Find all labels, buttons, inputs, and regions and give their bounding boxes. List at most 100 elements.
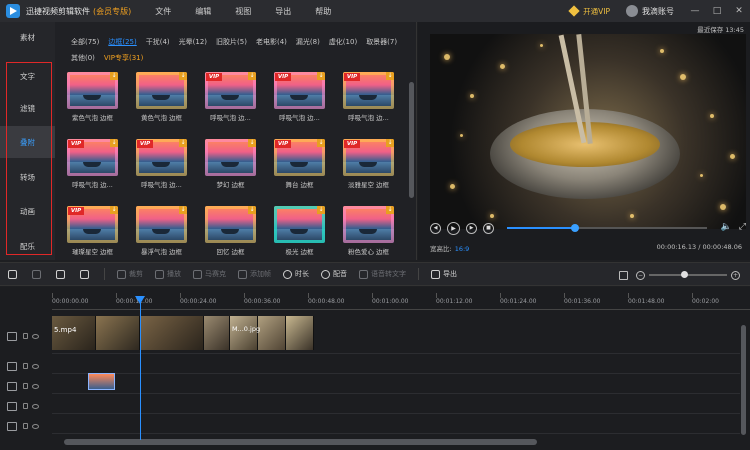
filter-tab[interactable]: 全部(75): [71, 34, 99, 50]
volume-icon[interactable]: 🔈: [721, 222, 732, 232]
overlay-tile[interactable]: ↓ 梦幻 边框: [205, 139, 256, 189]
download-icon[interactable]: ↓: [386, 206, 394, 214]
play-button[interactable]: 播放: [155, 269, 181, 279]
overlay-tile[interactable]: ↓ 紫色气泡 边框: [67, 72, 118, 122]
download-icon[interactable]: ↓: [248, 72, 256, 80]
download-icon[interactable]: ↓: [179, 139, 187, 147]
delete-button[interactable]: [80, 269, 92, 279]
filter-tab[interactable]: 其他(0): [71, 50, 95, 66]
filter-tab[interactable]: 漏光(8): [296, 34, 320, 50]
download-icon[interactable]: ↓: [110, 72, 118, 80]
duration-button[interactable]: 时长: [283, 269, 309, 279]
overlay-tile[interactable]: ↓ 黄色气泡 边框: [136, 72, 187, 122]
overlay-clip[interactable]: [88, 373, 115, 390]
download-icon[interactable]: ↓: [317, 139, 325, 147]
fullscreen-icon[interactable]: ⤢: [739, 222, 746, 232]
lock-icon[interactable]: [23, 383, 28, 389]
menu-file[interactable]: 文件: [155, 6, 171, 17]
eye-icon[interactable]: [32, 383, 39, 389]
time-ruler[interactable]: 00:00:00.00 00:00:12.00 00:00:24.00 00:00:3…: [52, 293, 750, 311]
asset-scrollbar[interactable]: [409, 82, 414, 198]
eye-icon[interactable]: [32, 363, 39, 369]
video-clip[interactable]: [52, 316, 314, 350]
pip-track[interactable]: [52, 354, 740, 374]
overlay-tile[interactable]: ↓ 回忆 边框: [205, 206, 256, 256]
filter-tab[interactable]: VIP专享(31): [104, 50, 143, 66]
menu-edit[interactable]: 编辑: [195, 6, 211, 17]
minimize-icon[interactable]: —: [684, 6, 706, 16]
overlay-tile[interactable]: VIP ↓ 呼吸气泡 边...: [67, 139, 118, 189]
overlay-tile[interactable]: VIP ↓ 呼吸气泡 边...: [274, 72, 325, 122]
overlay-tile[interactable]: VIP ↓ 呼吸气泡 边...: [343, 72, 394, 122]
play-icon[interactable]: ▶: [447, 221, 460, 235]
download-icon[interactable]: ↓: [179, 206, 187, 214]
close-icon[interactable]: ✕: [728, 6, 750, 16]
filter-tab[interactable]: 老电影(4): [256, 34, 287, 50]
undo-button[interactable]: [8, 269, 20, 279]
overlay-tile[interactable]: ↓ 暴浮气泡 边框: [136, 206, 187, 256]
aspect-ratio-value[interactable]: 16:9: [455, 245, 470, 253]
zoom-in-icon[interactable]: +: [731, 270, 740, 280]
filter-tab[interactable]: 光晕(12): [179, 34, 207, 50]
overlay-tile[interactable]: VIP ↓ 呼吸气泡 边...: [205, 72, 256, 122]
lock-icon[interactable]: [23, 423, 28, 429]
open-vip-button[interactable]: 开通VIP: [568, 5, 610, 17]
overlay-tile[interactable]: ↓ 粉色爱心 边框: [343, 206, 394, 256]
filter-tab[interactable]: 取景器(7): [366, 34, 397, 50]
menu-export[interactable]: 导出: [275, 6, 291, 17]
edit-button[interactable]: [56, 269, 68, 279]
eye-icon[interactable]: [32, 333, 39, 339]
speech-to-text-button[interactable]: 语音转文字: [359, 269, 406, 279]
prev-frame-icon[interactable]: ◀: [430, 222, 441, 234]
filter-tab[interactable]: 虚化(10): [329, 34, 357, 50]
progress-knob[interactable]: [571, 224, 579, 232]
stop-icon[interactable]: ■: [483, 222, 494, 234]
eye-icon[interactable]: [32, 403, 39, 409]
next-frame-icon[interactable]: ▶: [466, 222, 477, 234]
overlay-track[interactable]: [52, 374, 740, 394]
fit-icon[interactable]: [619, 270, 628, 280]
download-icon[interactable]: ↓: [248, 139, 256, 147]
eye-icon[interactable]: [32, 423, 39, 429]
dubbing-button[interactable]: 配音: [321, 269, 347, 279]
export-button[interactable]: 导出: [431, 269, 457, 279]
download-icon[interactable]: ↓: [317, 72, 325, 80]
add-frame-button[interactable]: 添加帧: [238, 269, 271, 279]
menu-help[interactable]: 帮助: [315, 6, 331, 17]
overlay-tile[interactable]: VIP ↓ 舞台 边框: [274, 139, 325, 189]
overlay-tile[interactable]: VIP ↓ 呼吸气泡 边...: [136, 139, 187, 189]
nav-item-materials[interactable]: 素材: [0, 32, 55, 43]
download-icon[interactable]: ↓: [110, 206, 118, 214]
crop-button[interactable]: 裁剪: [117, 269, 143, 279]
lock-icon[interactable]: [23, 333, 28, 339]
download-icon[interactable]: ↓: [386, 72, 394, 80]
filter-tab[interactable]: 边框(25): [108, 34, 136, 50]
lock-icon[interactable]: [23, 363, 28, 369]
zoom-knob[interactable]: [681, 271, 688, 278]
playhead[interactable]: [140, 297, 141, 440]
filter-tab[interactable]: 旧胶片(5): [216, 34, 247, 50]
overlay-tile[interactable]: ↓ 极光 边框: [274, 206, 325, 256]
timeline-hscrollbar[interactable]: [64, 439, 537, 445]
download-icon[interactable]: ↓: [317, 206, 325, 214]
mosaic-button[interactable]: 马赛克: [193, 269, 226, 279]
timeline-vscrollbar[interactable]: [741, 325, 746, 435]
overlay-tile[interactable]: VIP ↓ 淡雅星空 边框: [343, 139, 394, 189]
download-icon[interactable]: ↓: [386, 139, 394, 147]
download-icon[interactable]: ↓: [179, 72, 187, 80]
account-button[interactable]: 我滴账号: [626, 5, 674, 17]
text-track[interactable]: [52, 414, 740, 434]
zoom-out-icon[interactable]: −: [636, 270, 645, 280]
lock-icon[interactable]: [23, 403, 28, 409]
redo-button[interactable]: [32, 269, 44, 279]
playback-progress[interactable]: [507, 224, 707, 232]
video-track[interactable]: 5.mp4 M...0.jpg: [52, 312, 740, 354]
overlay-tile[interactable]: VIP ↓ 璀璨星空 边框: [67, 206, 118, 256]
download-icon[interactable]: ↓: [248, 206, 256, 214]
zoom-slider[interactable]: [649, 271, 727, 278]
menu-view[interactable]: 视图: [235, 6, 251, 17]
filter-track[interactable]: [52, 394, 740, 414]
maximize-icon[interactable]: □: [706, 6, 728, 16]
download-icon[interactable]: ↓: [110, 139, 118, 147]
filter-tab[interactable]: 干扰(4): [146, 34, 170, 50]
